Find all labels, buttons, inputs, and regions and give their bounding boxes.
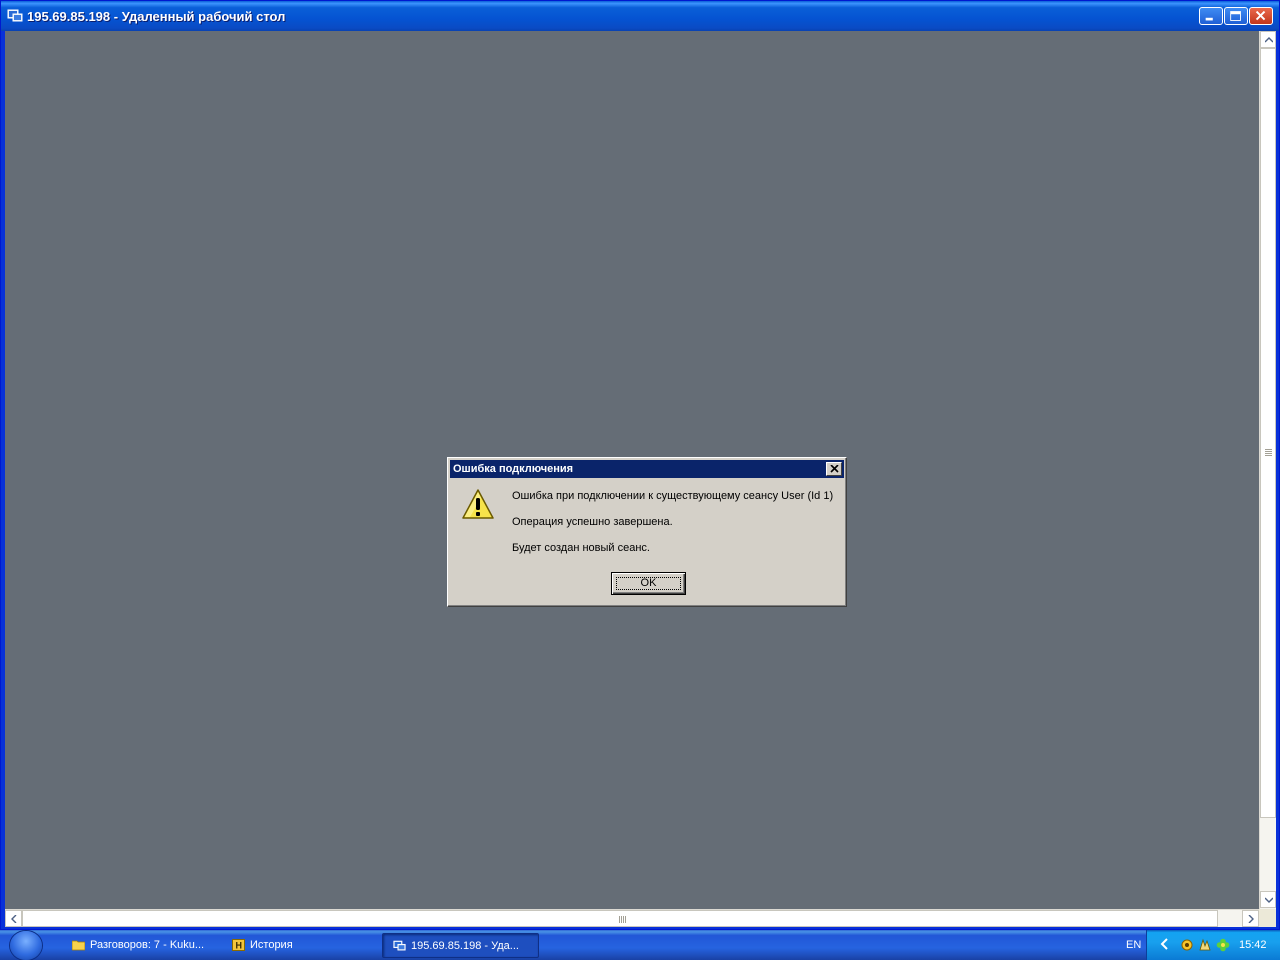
minimize-icon	[1205, 17, 1213, 21]
remote-desktop-icon	[393, 940, 406, 951]
warning-icon	[462, 489, 494, 519]
scroll-left-button[interactable]	[5, 910, 22, 927]
window-title: 195.69.85.198 - Удаленный рабочий стол	[27, 9, 286, 24]
taskbar-item-label: 195.69.85.198 - Уда...	[411, 940, 519, 952]
svg-text:H: H	[236, 941, 243, 951]
horizontal-scrollbar[interactable]	[5, 909, 1259, 927]
chevron-down-icon	[1265, 897, 1273, 903]
history-icon: H	[232, 939, 245, 951]
scroll-right-button[interactable]	[1242, 910, 1259, 927]
scroll-down-button[interactable]	[1260, 891, 1276, 908]
connection-error-dialog: Ошибка подключения Ошибка при подключени…	[447, 457, 847, 607]
folder-chat-icon	[72, 940, 85, 951]
remote-desktop-icon	[7, 9, 23, 22]
start-button[interactable]	[10, 931, 42, 960]
taskbar-item-label: Разговоров: 7 - Kuku...	[90, 939, 205, 951]
scroll-up-button[interactable]	[1260, 31, 1276, 48]
chevron-up-icon	[1265, 37, 1273, 43]
vertical-scroll-thumb[interactable]	[1260, 48, 1276, 818]
close-button[interactable]	[1249, 7, 1273, 25]
ok-button[interactable]: OK	[611, 572, 686, 595]
flower-icon[interactable]	[1216, 938, 1230, 952]
chevron-right-icon	[1248, 915, 1254, 923]
language-indicator[interactable]: EN	[1126, 939, 1141, 951]
window-titlebar[interactable]: 195.69.85.198 - Удаленный рабочий стол	[1, 1, 1279, 31]
taskbar-item-label: История	[250, 939, 293, 951]
vertical-scrollbar[interactable]	[1259, 31, 1276, 909]
taskbar-item-history[interactable]: H История	[232, 933, 372, 958]
close-icon	[830, 465, 839, 473]
chevron-left-icon[interactable]	[1160, 938, 1170, 950]
minimize-button[interactable]	[1199, 7, 1223, 25]
scrollbar-corner	[1259, 909, 1276, 927]
dialog-close-button[interactable]	[826, 462, 842, 476]
error-message-line-3: Будет создан новый сеанс.	[512, 542, 650, 554]
clock[interactable]: 15:42	[1239, 939, 1267, 951]
error-message-line-2: Операция успешно завершена.	[512, 516, 673, 528]
hand-icon[interactable]	[1198, 938, 1212, 952]
close-icon	[1255, 10, 1266, 21]
chevron-left-icon	[11, 915, 17, 923]
taskbar-item-remote-desktop[interactable]: 195.69.85.198 - Уда...	[382, 933, 539, 958]
horizontal-scroll-thumb[interactable]	[22, 910, 1218, 927]
sun-icon[interactable]	[1180, 938, 1194, 952]
scroll-grip	[1265, 449, 1272, 456]
dialog-title: Ошибка подключения	[453, 463, 574, 475]
error-message-line-1: Ошибка при подключении к существующему с…	[512, 490, 834, 502]
scroll-grip	[619, 916, 626, 923]
taskbar-item-chat[interactable]: Разговоров: 7 - Kuku...	[72, 933, 217, 958]
maximize-button[interactable]	[1224, 7, 1248, 25]
maximize-icon	[1230, 11, 1241, 21]
dialog-titlebar[interactable]: Ошибка подключения	[450, 460, 844, 478]
ok-button-label: OK	[640, 577, 657, 589]
